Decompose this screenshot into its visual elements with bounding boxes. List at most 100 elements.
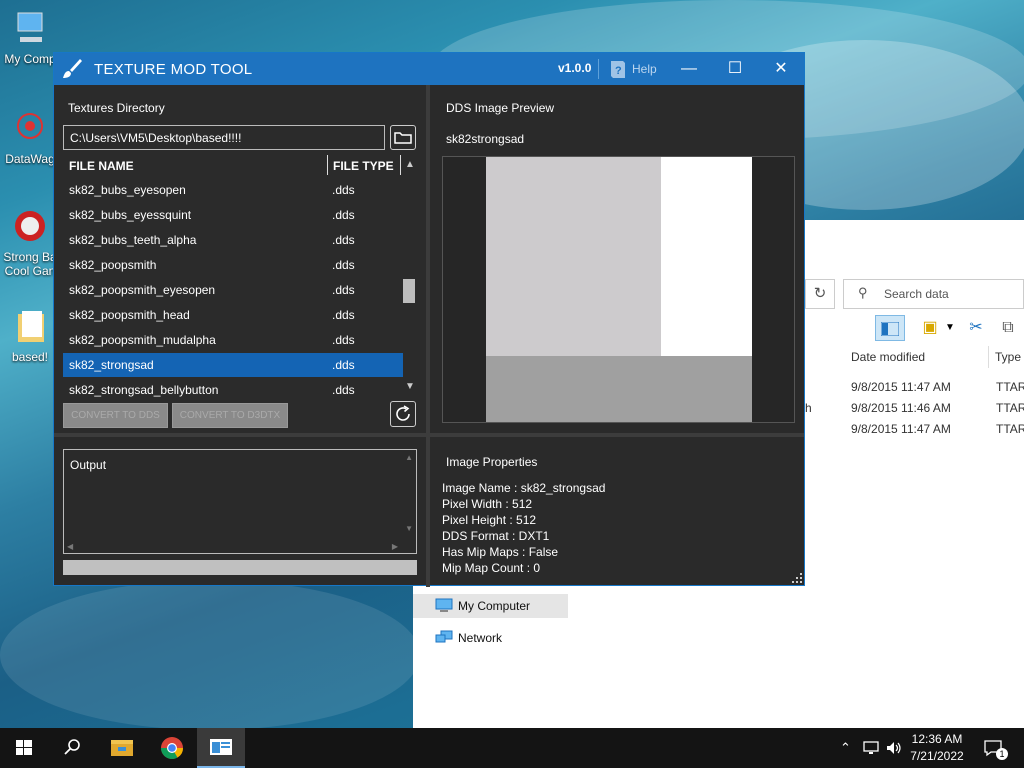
cut-icon[interactable]: ✂ [961,315,991,341]
texture-mod-tool-taskbar-button[interactable] [197,728,245,768]
show-hidden-icons-icon[interactable]: ⌃ [840,740,851,756]
help-button[interactable]: Help [632,62,657,76]
image-properties-list: Image Name : sk82_strongsad Pixel Width … [442,480,605,576]
output-box[interactable]: Output ▲ ▼ ◀ ▶ [63,449,417,554]
system-clock[interactable]: 12:36 AM 7/21/2022 [898,731,976,765]
file-name: sk82_poopsmith [69,258,157,272]
chrome-taskbar-button[interactable] [148,728,196,768]
scroll-down-icon[interactable]: ▼ [405,381,415,392]
maximize-button[interactable]: ☐ [712,53,758,85]
preview-region-light-gray [486,157,661,356]
scroll-up-icon[interactable]: ▲ [405,159,415,170]
paintbrush-icon [63,59,82,78]
column-divider [988,346,989,368]
desktop-icon-label: based! [11,350,49,364]
nav-item-my-computer[interactable]: My Computer [413,594,568,618]
start-button[interactable] [0,728,48,768]
file-type: .dds [332,358,355,372]
file-type: .dds [332,283,355,297]
vertical-divider [426,85,430,587]
directory-path-value: C:\Users\VM5\Desktop\based!!!! [70,131,242,145]
search-icon [64,739,80,755]
image-properties-title: Image Properties [446,455,538,469]
network-icon [435,630,453,643]
file-row[interactable]: sk82_poopsmith .dds [63,253,403,277]
scroll-right-icon[interactable]: ▶ [392,542,398,551]
file-row[interactable]: sk82_bubs_teeth_alpha .dds [63,228,403,252]
file-row[interactable]: sk82_poopsmith_mudalpha .dds [63,328,403,352]
scroll-left-icon[interactable]: ◀ [67,542,73,551]
column-file-name[interactable]: FILE NAME [69,159,134,173]
minimize-button[interactable]: — [666,53,712,85]
file-row[interactable]: sk82_poopsmith_eyesopen .dds [63,278,403,302]
file-type: .dds [332,233,355,247]
desktop-icon-my-computer[interactable]: My Comp [0,10,60,66]
desktop-icon-label: My Comp [4,52,56,66]
file-type: .dds [332,208,355,222]
property-image-name: Image Name : sk82_strongsad [442,481,606,495]
file-row[interactable]: sk82_poopsmith_head .dds [63,303,403,327]
column-date-modified[interactable]: Date modified [851,350,925,364]
network-tray-icon[interactable] [862,740,880,756]
file-row[interactable]: sk82_strongsad_bellybutton .dds [63,378,403,402]
file-name: sk82_bubs_eyesopen [69,183,186,197]
column-file-type[interactable]: FILE TYPE [333,159,394,173]
desktop-icon-label: Strong Ba Cool Gan [3,250,57,278]
desktop-icon-strong-bad[interactable]: Strong Ba Cool Gan [0,208,60,278]
file-row[interactable]: sk82_strongsad .dds [63,353,403,377]
copy-icon[interactable]: ⧉ [993,315,1023,341]
refresh-button[interactable]: ↻ [805,279,835,309]
file-name: sk82_strongsad [69,358,154,372]
file-type: .dds [332,183,355,197]
preview-image-name: sk82strongsad [446,132,525,146]
textures-panel: Textures Directory C:\Users\VM5\Desktop\… [54,85,426,433]
desktop-icon-datawag[interactable]: DataWag [0,110,60,166]
row-date: 9/8/2015 11:47 AM [851,422,951,436]
scroll-down-icon[interactable]: ▼ [405,524,413,533]
property-pixel-width: Pixel Width : 512 [442,497,533,511]
windows-icon [16,740,32,755]
file-name: sk82_poopsmith_mudalpha [69,333,216,347]
layout-pane-icon[interactable] [875,315,905,341]
column-divider [327,155,328,175]
clock-date: 7/21/2022 [910,749,964,763]
chrome-icon [161,737,183,759]
title-divider [598,59,599,79]
row-date: 9/8/2015 11:47 AM [851,380,951,394]
directory-path-field[interactable]: C:\Users\VM5\Desktop\based!!!! [63,125,385,150]
row-date: 9/8/2015 11:46 AM [851,401,951,415]
file-name: sk82_bubs_eyessquint [69,208,192,222]
convert-to-dds-button[interactable]: CONVERT TO DDS [63,403,168,428]
column-divider [400,155,401,175]
nav-item-network[interactable]: Network [413,626,568,650]
file-type: .dds [332,333,355,347]
file-explorer-taskbar-button[interactable] [98,728,146,768]
search-input[interactable]: ⚲ Search data [843,279,1024,309]
column-type[interactable]: Type [995,350,1021,364]
search-placeholder: Search data [884,287,949,301]
file-row[interactable]: sk82_bubs_eyessquint .dds [63,203,403,227]
refresh-icon [396,405,410,421]
property-mip-map-count: Mip Map Count : 0 [442,561,541,575]
horizontal-divider [430,433,804,437]
search-button[interactable] [48,728,96,768]
output-label: Output [70,458,107,472]
desktop-icon-based-folder[interactable]: based! [0,308,60,364]
convert-to-d3dtx-button[interactable]: CONVERT TO D3DTX [172,403,288,428]
scroll-up-icon[interactable]: ▲ [405,453,413,462]
help-book-icon[interactable]: ? [609,59,627,79]
file-row[interactable]: sk82_bubs_eyesopen .dds [63,178,403,202]
scrollbar-thumb[interactable] [403,279,415,303]
resize-grip-icon[interactable] [792,573,802,583]
title-bar[interactable]: TEXTURE MOD TOOL v1.0.0 ? Help — ☐ ✕ [54,53,804,85]
property-has-mip-maps: Has Mip Maps : False [442,545,559,559]
chevron-down-icon[interactable]: ▼ [940,315,960,341]
close-button[interactable]: ✕ [758,53,804,85]
preview-title: DDS Image Preview [446,101,555,115]
property-dds-format: DDS Format : DXT1 [442,529,550,543]
refresh-button[interactable] [390,401,416,427]
progress-bar [63,560,417,575]
file-name: sk82_poopsmith_head [69,308,190,322]
file-name: sk82_poopsmith_eyesopen [69,283,216,297]
browse-folder-button[interactable] [390,125,416,150]
